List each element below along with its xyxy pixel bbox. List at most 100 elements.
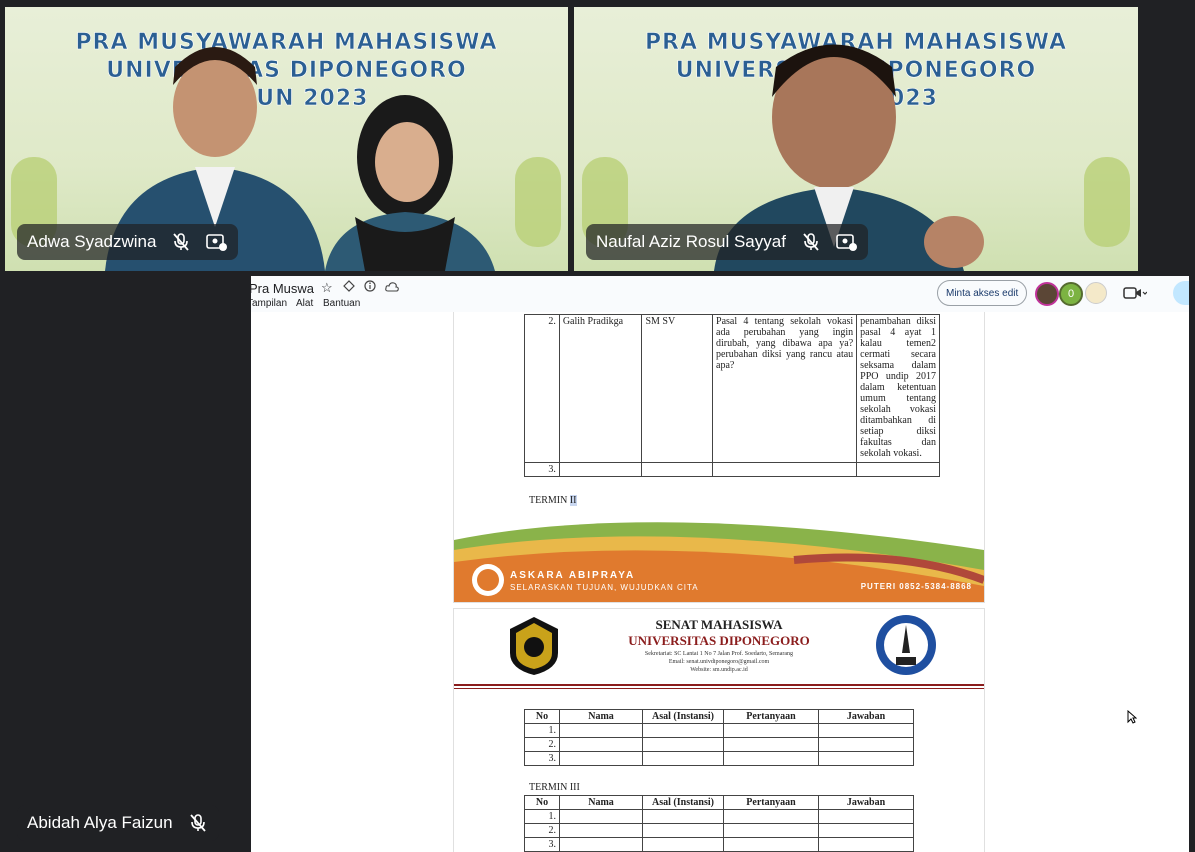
senat-logo-icon xyxy=(876,615,936,675)
cell-no: 3. xyxy=(524,837,560,852)
letterhead-divider xyxy=(454,688,984,689)
video-tile-abidah[interactable]: Abidah Alya Faizun xyxy=(5,276,249,852)
avatar[interactable] xyxy=(1035,282,1059,306)
shared-screen-docs[interactable]: Pra Muswa ☆ Tampilan Alat Bantuan Minta … xyxy=(251,276,1189,852)
menu-alat[interactable]: Alat xyxy=(296,298,313,309)
header-nama: Nama xyxy=(559,795,643,810)
cell-nama xyxy=(559,737,643,752)
cell-nama xyxy=(559,751,643,766)
cell-jawaban xyxy=(856,462,940,477)
avatar[interactable] xyxy=(1085,282,1107,304)
cell-asal xyxy=(642,751,724,766)
table-row: 2. xyxy=(524,823,914,838)
cell-asal: SM SV xyxy=(641,314,714,463)
cell-asal xyxy=(642,723,724,738)
cell-asal xyxy=(642,737,724,752)
doc-title[interactable]: Pra Muswa xyxy=(251,281,314,296)
visual-effects-icon[interactable] xyxy=(836,231,858,253)
letterhead: SENAT MAHASISWA UNIVERSITAS DIPONEGORO S… xyxy=(454,609,984,691)
participant-name: Naufal Aziz Rosul Sayyaf xyxy=(596,232,786,251)
cell-jawaban xyxy=(818,751,914,766)
cell-no: 3. xyxy=(524,462,560,477)
cell-asal xyxy=(642,837,724,852)
cell-nama xyxy=(559,809,643,824)
table-row: 3. xyxy=(524,462,940,477)
cell-no: 2. xyxy=(524,823,560,838)
cell-jawaban xyxy=(818,737,914,752)
header-asal: Asal (Instansi) xyxy=(642,709,724,724)
cell-pertanyaan xyxy=(723,837,819,852)
cell-nama xyxy=(559,723,643,738)
cell-pertanyaan xyxy=(723,809,819,824)
request-edit-button[interactable]: Minta akses edit xyxy=(937,280,1028,306)
doc-page: SENAT MAHASISWA UNIVERSITAS DIPONEGORO S… xyxy=(453,608,985,852)
cell-pertanyaan: Pasal 4 tentang sekolah vokasi ada perub… xyxy=(712,314,858,463)
participant-name-tag: Naufal Aziz Rosul Sayyaf xyxy=(586,224,868,260)
cell-no: 1. xyxy=(524,809,560,824)
cell-jawaban xyxy=(818,837,914,852)
participant-name-tag: Abidah Alya Faizun xyxy=(17,805,219,841)
viewer-count-avatar[interactable]: 0 xyxy=(1059,282,1083,306)
question-table-termin1: 2. Galih Pradikga SM SV Pasal 4 tentang … xyxy=(524,314,940,477)
cloud-status-icon xyxy=(385,281,399,295)
table-row: 1. xyxy=(524,809,914,824)
menu-bantuan[interactable]: Bantuan xyxy=(323,298,360,309)
cell-asal xyxy=(642,823,724,838)
document-canvas[interactable]: 2. Galih Pradikga SM SV Pasal 4 tentang … xyxy=(251,312,1189,852)
footer-banner-contact: PUTERI 0852-5384-8868 xyxy=(860,582,972,591)
viewer-count: 0 xyxy=(1067,288,1075,300)
cell-pertanyaan xyxy=(723,723,819,738)
participant-name: Adwa Syadzwina xyxy=(27,232,157,251)
cell-no: 2. xyxy=(524,737,560,752)
footer-banner: ASKARA ABIPRAYA SELARASKAN TUJUAN, WUJUD… xyxy=(454,510,984,602)
cell-asal xyxy=(641,462,714,477)
request-edit-label: Minta akses edit xyxy=(946,287,1019,299)
table-row: 3. xyxy=(524,837,914,852)
cell-pertanyaan xyxy=(723,751,819,766)
header-nama: Nama xyxy=(559,709,643,724)
docs-toolbar: Pra Muswa ☆ Tampilan Alat Bantuan Minta … xyxy=(251,276,1189,312)
header-no: No xyxy=(524,709,560,724)
header-jawaban: Jawaban xyxy=(818,709,914,724)
mic-off-icon xyxy=(187,812,209,834)
doc-page: 2. Galih Pradikga SM SV Pasal 4 tentang … xyxy=(453,312,985,603)
table-row: 1. xyxy=(524,723,914,738)
question-table-termin2: No Nama Asal (Instansi) Pertanyaan Jawab… xyxy=(524,709,914,766)
cell-pertanyaan xyxy=(712,462,858,477)
mouse-cursor-icon xyxy=(1127,709,1138,729)
question-table-termin3: No Nama Asal (Instansi) Pertanyaan Jawab… xyxy=(524,795,914,852)
cell-nama xyxy=(558,462,643,477)
wheat-decoration xyxy=(1084,157,1130,247)
cell-no: 3. xyxy=(524,751,560,766)
menu-tampilan[interactable]: Tampilan xyxy=(251,298,287,309)
termin-heading: TERMIN III xyxy=(529,782,580,793)
table-row: 3. xyxy=(524,751,914,766)
info-icon[interactable] xyxy=(364,280,376,295)
visual-effects-icon[interactable] xyxy=(206,231,228,253)
participant-name: Abidah Alya Faizun xyxy=(27,813,173,832)
cell-pertanyaan xyxy=(723,737,819,752)
star-icon[interactable]: ☆ xyxy=(321,280,333,296)
header-pertanyaan: Pertanyaan xyxy=(723,709,819,724)
header-no: No xyxy=(524,795,560,810)
mic-off-icon xyxy=(170,231,192,253)
video-tile-adwa[interactable]: PRA MUSYAWARAH MAHASISWA UNIVERSITAS DIP… xyxy=(5,7,568,271)
header-asal: Asal (Instansi) xyxy=(642,795,724,810)
table-row: 2. Galih Pradikga SM SV Pasal 4 tentang … xyxy=(524,314,940,463)
cell-pertanyaan xyxy=(723,823,819,838)
meet-camera-icon[interactable] xyxy=(1123,286,1148,303)
termin-heading: TERMIN II xyxy=(529,495,577,506)
share-button[interactable] xyxy=(1173,281,1189,305)
table-header-row: No Nama Asal (Instansi) Pertanyaan Jawab… xyxy=(524,709,914,724)
cell-nama xyxy=(559,837,643,852)
mic-off-icon xyxy=(800,231,822,253)
video-tile-naufal[interactable]: PRA MUSYAWARAH MAHASISWA UNIVERSITAS DIP… xyxy=(574,7,1138,271)
cloud-move-icon[interactable] xyxy=(343,280,355,295)
cell-jawaban xyxy=(818,823,914,838)
footer-banner-subtitle: SELARASKAN TUJUAN, WUJUDKAN CITA xyxy=(510,583,699,592)
cell-jawaban: penambahan diksi pasal 4 ayat 1 kalau te… xyxy=(856,314,940,463)
table-header-row: No Nama Asal (Instansi) Pertanyaan Jawab… xyxy=(524,795,914,810)
cell-nama: Galih Pradikga xyxy=(558,314,643,463)
header-pertanyaan: Pertanyaan xyxy=(723,795,819,810)
table-row: 2. xyxy=(524,737,914,752)
